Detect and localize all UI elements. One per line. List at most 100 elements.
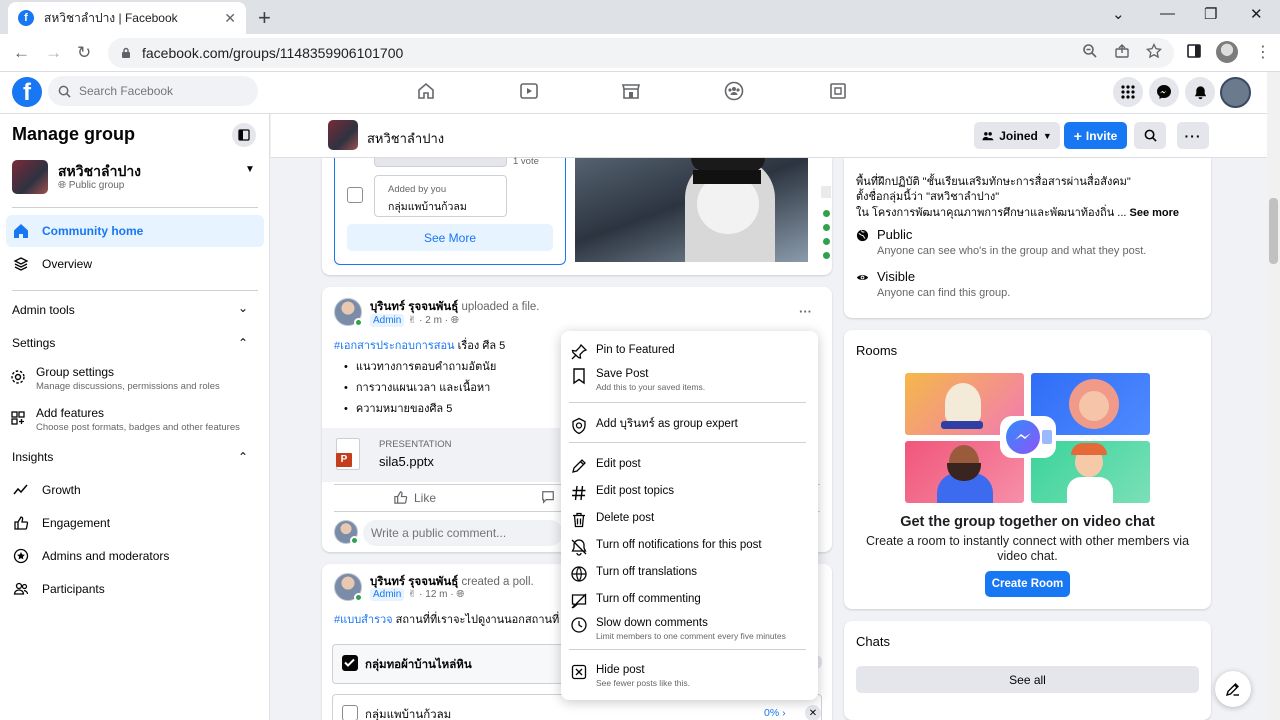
profile-avatar-icon[interactable] (1216, 41, 1238, 63)
omnibox[interactable]: facebook.com/groups/1148359906101700 (108, 38, 1174, 68)
sidebar-item-add-features[interactable]: Add features Choose post formats, badges … (10, 406, 264, 433)
see-more-button[interactable]: See More (347, 224, 553, 251)
see-more-link[interactable]: See more (1130, 207, 1180, 219)
post-photo[interactable] (575, 158, 808, 262)
reload-icon[interactable]: ↻ (77, 43, 91, 63)
url-text: facebook.com/groups/1148359906101700 (142, 45, 404, 61)
account-avatar[interactable] (1220, 77, 1251, 108)
see-all-chats-button[interactable]: See all (856, 666, 1199, 693)
group-switcher-caret-icon[interactable]: ▼ (245, 164, 255, 175)
group-more-button[interactable]: ··· (1177, 122, 1209, 149)
marketplace-icon[interactable] (621, 81, 641, 101)
new-message-button[interactable] (1215, 671, 1251, 707)
group-search-button[interactable] (1134, 122, 1166, 149)
maximize-icon[interactable]: ❐ (1204, 5, 1217, 23)
sidebar-item-engagement[interactable]: Engagement (6, 507, 264, 539)
menu-grid-button[interactable] (1113, 77, 1143, 107)
new-tab-icon[interactable]: + (258, 5, 271, 31)
sidebar-item-admins-moderators[interactable]: Admins and moderators (6, 540, 264, 572)
poll-option-bar[interactable] (374, 158, 507, 167)
browser-menu-icon[interactable]: ⋮ (1255, 42, 1271, 62)
messenger-icon (1157, 85, 1171, 99)
menu-item-translations-off[interactable]: Turn off translations (570, 564, 810, 583)
sidebar-item-overview[interactable]: Overview (6, 248, 264, 280)
page-scrollbar[interactable] (1267, 72, 1280, 720)
menu-item-edit-topics[interactable]: Edit post topics (570, 483, 810, 502)
search-box[interactable] (48, 76, 258, 106)
menu-item-group-expert[interactable]: Add บุรินทร์ as group expert (570, 416, 810, 435)
invite-button[interactable]: + Invite (1064, 122, 1127, 149)
comment-icon[interactable] (541, 490, 555, 504)
poll-option-checkbox[interactable] (347, 187, 363, 203)
tab-close-icon[interactable]: ✕ (224, 10, 236, 27)
poll-option-checkbox-checked[interactable] (342, 655, 358, 671)
bookmark-star-icon[interactable] (1146, 43, 1162, 59)
hashtag-link[interactable]: #แบบสำรวจ (334, 614, 393, 626)
chevron-down-icon[interactable]: ⌄ (238, 301, 248, 315)
chevron-up-icon[interactable]: ⌃ (238, 336, 248, 350)
privacy-public: Public Anyone can see who's in the group … (856, 227, 1146, 257)
post-text: #แบบสำรวจ สถานที่ที่เราจะไปดูงานนอกสถานท… (334, 614, 560, 626)
poll-option-checkbox[interactable] (342, 705, 358, 720)
comment-input[interactable] (371, 526, 561, 540)
file-attachment[interactable]: PRESENTATION sila5.pptx (322, 428, 560, 482)
back-icon[interactable]: ← (13, 43, 30, 63)
about-line: ใน โครงการพัฒนาคุณภาพการศึกษาและพัฒนาท้อ… (856, 207, 1180, 219)
menu-divider (569, 402, 806, 403)
share-icon[interactable] (1114, 43, 1130, 59)
like-button[interactable]: Like (393, 490, 436, 505)
section-settings[interactable]: Settings (12, 336, 55, 350)
post-options-icon[interactable]: ··· (799, 304, 812, 319)
group-header-name[interactable]: สหวิชาลำปาง (367, 128, 444, 149)
expert-badge-icon (572, 417, 586, 435)
pencil-icon (572, 459, 586, 473)
forward-icon[interactable]: → (45, 43, 62, 63)
section-insights[interactable]: Insights (12, 450, 53, 464)
minimize-icon[interactable]: — (1160, 5, 1175, 22)
hashtag-icon (572, 485, 586, 501)
watch-icon[interactable] (519, 81, 539, 101)
menu-item-delete-post[interactable]: Delete post (570, 510, 810, 529)
menu-item-notifications-off[interactable]: Turn off notifications for this post (570, 537, 810, 556)
menu-item-slow-comments[interactable]: Slow down comments Limit members to one c… (570, 615, 810, 642)
zoom-icon[interactable] (1082, 43, 1098, 59)
create-room-button[interactable]: Create Room (985, 571, 1070, 597)
gaming-icon[interactable] (828, 81, 848, 101)
trash-icon (573, 512, 585, 528)
messenger-button[interactable] (1149, 77, 1179, 107)
window-close-icon[interactable]: ✕ (1250, 5, 1263, 23)
notifications-button[interactable] (1185, 77, 1215, 107)
facebook-logo-icon[interactable]: f (12, 77, 42, 107)
rooms-description: Create a room to instantly connect with … (865, 534, 1190, 563)
facebook-favicon-icon: f (18, 10, 34, 26)
menu-item-save-post[interactable]: Save Post Add this to your saved items. (570, 366, 810, 393)
tab-search-icon[interactable]: ⌄ (1112, 5, 1125, 23)
search-input[interactable] (79, 84, 239, 98)
home-icon[interactable] (416, 81, 436, 101)
sidebar-item-participants[interactable]: Participants (6, 573, 264, 605)
comment-box[interactable] (363, 520, 563, 546)
menu-item-hide-post[interactable]: Hide post See fewer posts like this. (570, 662, 810, 689)
side-panel-icon[interactable] (1186, 43, 1202, 59)
joined-button[interactable]: Joined ▼ (974, 122, 1060, 149)
scrollbar-thumb[interactable] (1269, 198, 1278, 264)
hashtag-link[interactable]: #เอกสารประกอบการสอน (334, 340, 455, 352)
menu-item-commenting-off[interactable]: Turn off commenting (570, 591, 810, 610)
admin-badge[interactable]: Admin (370, 588, 405, 601)
menu-item-edit-post[interactable]: Edit post (570, 456, 810, 475)
poll-option-percent[interactable]: 0% › (764, 707, 786, 719)
group-header-thumbnail[interactable] (328, 120, 358, 150)
chevron-up-icon[interactable]: ⌃ (238, 450, 248, 464)
browser-tab[interactable]: f สหวิชาลำปาง | Facebook ✕ (8, 2, 246, 34)
group-thumbnail[interactable] (12, 160, 48, 194)
admin-badge[interactable]: Admin (370, 314, 405, 327)
menu-item-pin-featured[interactable]: Pin to Featured (570, 342, 810, 361)
poll-option-added[interactable]: Added by you กลุ่มแพบ้านก้วลม (374, 175, 507, 217)
groups-icon[interactable] (724, 81, 744, 101)
sidebar-item-group-settings[interactable]: Group settings Manage discussions, permis… (10, 365, 264, 392)
remove-option-icon[interactable]: ✕ (805, 705, 821, 720)
sidebar-item-community-home[interactable]: Community home (6, 215, 264, 247)
sidebar-item-growth[interactable]: Growth (6, 474, 264, 506)
collapse-sidebar-button[interactable] (232, 123, 256, 147)
section-admin-tools[interactable]: Admin tools (12, 303, 75, 317)
